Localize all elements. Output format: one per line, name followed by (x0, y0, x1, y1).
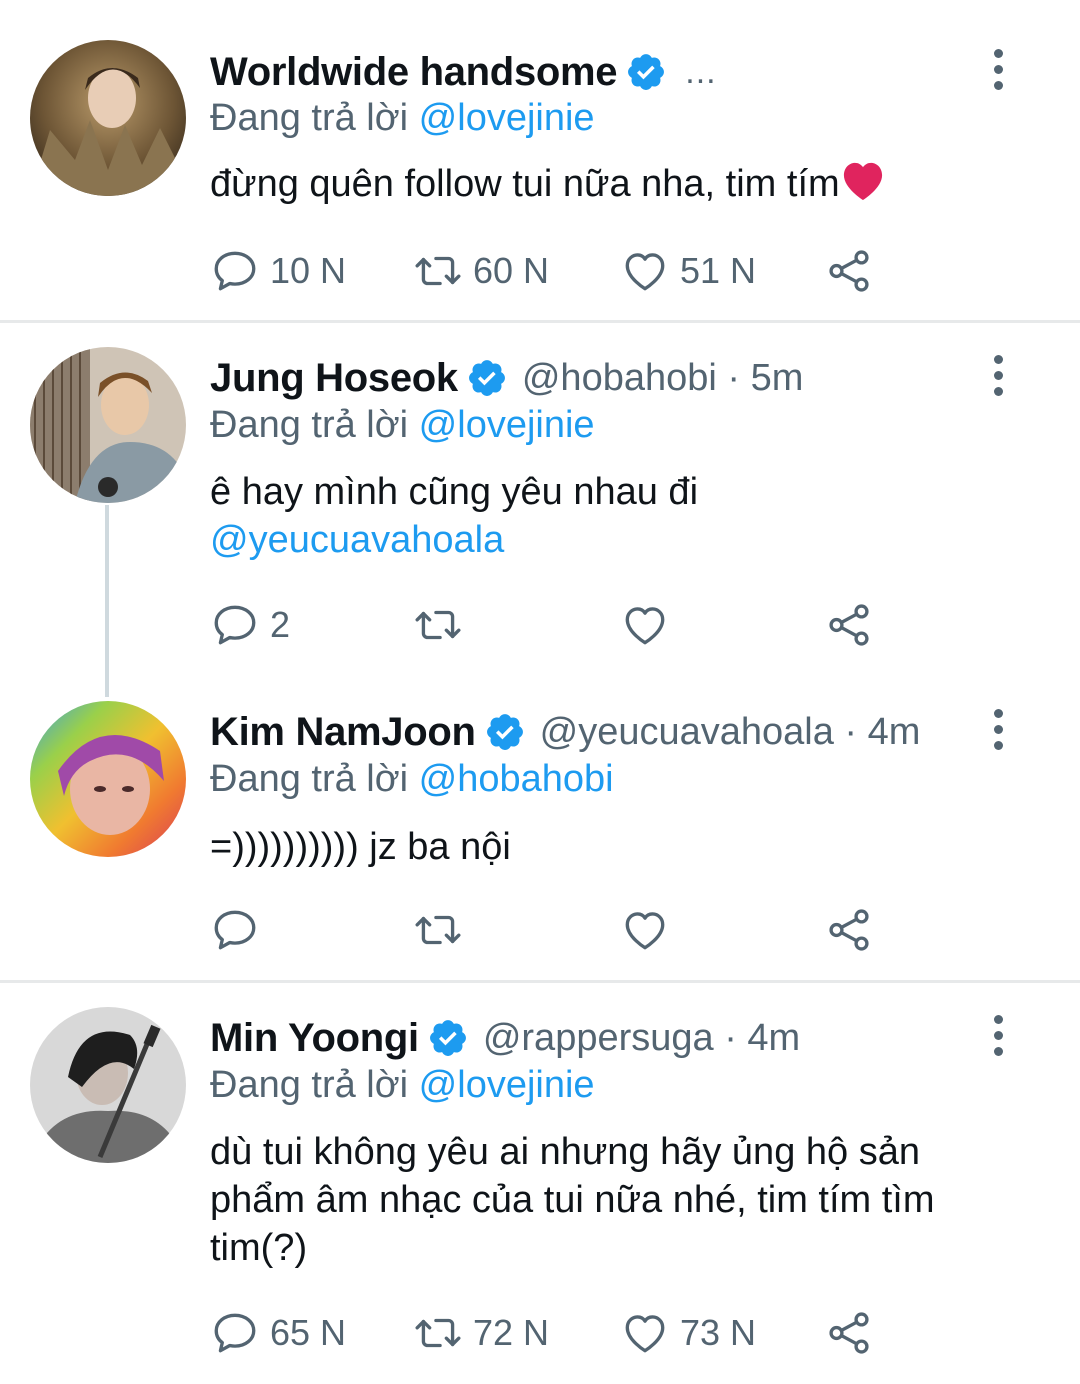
reply-context: Đang trả lời @hobahobi (210, 758, 614, 801)
display-name[interactable]: Jung Hoseok (210, 356, 458, 401)
verified-badge-icon (484, 711, 526, 753)
tweet-text-line: ê hay mình cũng yêu nhau đi (210, 471, 699, 513)
more-options-icon[interactable] (978, 1010, 1018, 1060)
display-name[interactable]: Kim NamJoon (210, 710, 476, 755)
like-icon (620, 246, 670, 296)
avatar[interactable] (30, 347, 186, 503)
avatar[interactable] (30, 701, 186, 857)
more-options-icon[interactable] (978, 44, 1018, 94)
retweet-button[interactable]: 72 N (413, 1303, 549, 1363)
reply-count: 65 N (270, 1312, 347, 1353)
handle-and-time[interactable]: @hobahobi · 5m (522, 357, 804, 400)
reply-mention-link[interactable]: @lovejinie (419, 97, 595, 139)
tweet-actions (210, 900, 910, 960)
tweet-text-content: =)))))))))) jz ba nội (210, 826, 511, 868)
retweet-icon (413, 1308, 463, 1358)
retweet-count: 60 N (473, 250, 550, 291)
share-button[interactable] (824, 241, 874, 301)
reply-icon (210, 600, 260, 650)
verified-badge-icon (427, 1017, 469, 1059)
like-icon (620, 905, 670, 955)
retweet-button[interactable] (413, 595, 463, 655)
share-button[interactable] (824, 595, 874, 655)
reply-count: 10 N (270, 250, 347, 291)
more-options-icon[interactable] (978, 704, 1018, 754)
like-icon (620, 600, 670, 650)
share-icon (824, 905, 874, 955)
reply-prefix: Đang trả lời (210, 758, 409, 800)
like-button[interactable] (620, 595, 670, 655)
like-button[interactable] (620, 900, 670, 960)
verified-badge-icon (466, 357, 508, 399)
more-options-icon[interactable] (978, 350, 1018, 400)
reply-context: Đang trả lời @lovejinie (210, 404, 595, 447)
tweet-actions: 65 N 72 N 73 N (210, 1303, 910, 1363)
retweet-button[interactable] (413, 900, 463, 960)
tweet-text: dù tui không yêu ai nhưng hãy ủng hộ sản… (210, 1128, 1010, 1272)
avatar[interactable] (30, 40, 186, 196)
handle-and-time[interactable]: @rappersuga · 4m (483, 1017, 800, 1060)
like-button[interactable]: 73 N (620, 1303, 756, 1363)
retweet-icon (413, 905, 463, 955)
reply-context: Đang trả lời @lovejinie (210, 1064, 595, 1107)
reply-button[interactable] (210, 900, 260, 960)
reply-icon (210, 905, 260, 955)
tweet-text-content: dù tui không yêu ai nhưng hãy ủng hộ sản… (210, 1131, 935, 1269)
tweet-actions: 2 (210, 595, 910, 655)
handle-and-time[interactable]: @yeucuavahoala · 4m (540, 711, 921, 754)
display-name[interactable]: Min Yoongi (210, 1016, 419, 1061)
reply-context: Đang trả lời @lovejinie (210, 97, 595, 140)
reply-mention-link[interactable]: @hobahobi (419, 758, 614, 800)
reply-prefix: Đang trả lời (210, 1064, 409, 1106)
tweet-text: =)))))))))) jz ba nội (210, 823, 1030, 871)
reply-mention-link[interactable]: @lovejinie (419, 1064, 595, 1106)
retweet-button[interactable]: 60 N (413, 241, 549, 301)
display-name[interactable]: Worldwide handsome (210, 50, 618, 95)
share-button[interactable] (824, 1303, 874, 1363)
tweet-2[interactable]: Jung Hoseok @hobahobi · 5m Đang trả lời … (0, 323, 1080, 668)
tweet-4[interactable]: Min Yoongi @rappersuga · 4m Đang trả lời… (0, 983, 1080, 1384)
tweet-3[interactable]: Kim NamJoon @yeucuavahoala · 4m Đang trả… (0, 668, 1080, 980)
like-button[interactable]: 51 N (620, 241, 756, 301)
avatar[interactable] (30, 1007, 186, 1163)
tweet-mention-link[interactable]: @yeucuavahoala (210, 516, 1030, 564)
tweet-actions: 10 N 60 N 51 N (210, 241, 910, 301)
reply-prefix: Đang trả lời (210, 97, 409, 139)
tweet-text: đừng quên follow tui nữa nha, tim tím (210, 160, 1030, 208)
like-count: 73 N (680, 1312, 757, 1353)
reply-button[interactable]: 2 (210, 595, 290, 655)
reply-count: 2 (270, 604, 291, 645)
retweet-count: 72 N (473, 1312, 550, 1353)
share-button[interactable] (824, 900, 874, 960)
red-heart-emoji (843, 162, 882, 201)
reply-button[interactable]: 65 N (210, 1303, 346, 1363)
reply-icon (210, 246, 260, 296)
verified-badge-icon (625, 51, 667, 93)
tweet-text-content: đừng quên follow tui nữa nha, tim tím (210, 163, 840, 205)
share-icon (824, 1308, 874, 1358)
tweet-text: ê hay mình cũng yêu nhau đi @yeucuavahoa… (210, 468, 1030, 564)
truncated-handle: ... (685, 52, 717, 91)
retweet-icon (413, 246, 463, 296)
reply-prefix: Đang trả lời (210, 404, 409, 446)
share-icon (824, 246, 874, 296)
retweet-icon (413, 600, 463, 650)
like-icon (620, 1308, 670, 1358)
reply-button[interactable]: 10 N (210, 241, 346, 301)
like-count: 51 N (680, 250, 757, 291)
share-icon (824, 600, 874, 650)
tweet-1[interactable]: Worldwide handsome ... Đang trả lời @lov… (0, 0, 1080, 322)
reply-icon (210, 1308, 260, 1358)
reply-mention-link[interactable]: @lovejinie (419, 404, 595, 446)
